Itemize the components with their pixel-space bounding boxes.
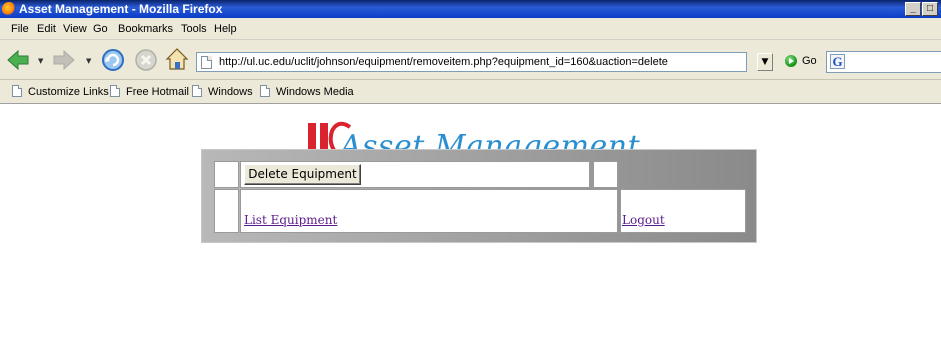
url-dropdown-icon[interactable]: ▼ bbox=[757, 53, 773, 71]
go-icon[interactable] bbox=[785, 55, 797, 67]
url-text[interactable]: http://ul.uc.edu/uclit/johnson/equipment… bbox=[219, 56, 668, 68]
navigation-toolbar: ▼ ▼ http://ul.uc.edu/uclit/johnson/equip… bbox=[0, 40, 941, 80]
firefox-icon bbox=[2, 2, 16, 16]
page-icon bbox=[201, 56, 212, 69]
table-cell bbox=[214, 161, 239, 188]
logout-link[interactable]: Logout bbox=[622, 213, 665, 227]
menu-help[interactable]: Help bbox=[214, 23, 237, 35]
home-icon[interactable] bbox=[164, 46, 190, 72]
list-equipment-link[interactable]: List Equipment bbox=[244, 213, 337, 227]
window-title-bar: Asset Management - Mozilla Firefox _ □ bbox=[0, 0, 941, 18]
reload-icon[interactable] bbox=[100, 47, 126, 73]
page-content: Asset Management Delete Equipment[ '160'… bbox=[0, 105, 941, 345]
forward-dropdown-icon[interactable]: ▼ bbox=[86, 57, 91, 65]
table-cell bbox=[593, 161, 618, 188]
bookmark-windows[interactable]: Windows bbox=[192, 85, 253, 99]
bookmark-label: Free Hotmail bbox=[126, 86, 189, 98]
bookmark-page-icon bbox=[260, 85, 270, 97]
links-toolbar: Customize Links Free Hotmail Windows Win… bbox=[0, 80, 941, 104]
back-dropdown-icon[interactable]: ▼ bbox=[38, 57, 43, 65]
bookmark-page-icon bbox=[110, 85, 120, 97]
table-cell bbox=[214, 189, 239, 233]
bookmark-page-icon bbox=[12, 85, 22, 97]
search-input[interactable]: G bbox=[826, 51, 941, 73]
stop-icon[interactable] bbox=[133, 47, 159, 73]
menu-bar: File Edit View Go Bookmarks Tools Help bbox=[0, 18, 941, 40]
back-arrow-icon[interactable] bbox=[6, 48, 30, 72]
menu-go[interactable]: Go bbox=[93, 23, 108, 35]
go-button[interactable]: Go bbox=[802, 55, 817, 67]
delete-equipment-button[interactable]: Delete Equipment bbox=[244, 164, 361, 185]
bookmark-page-icon bbox=[192, 85, 202, 97]
menu-tools[interactable]: Tools bbox=[181, 23, 207, 35]
bookmark-label: Windows bbox=[208, 86, 253, 98]
maximize-button[interactable]: □ bbox=[922, 2, 938, 16]
menu-file[interactable]: File bbox=[11, 23, 29, 35]
window-title: Asset Management - Mozilla Firefox bbox=[19, 2, 223, 16]
menu-bookmarks[interactable]: Bookmarks bbox=[118, 23, 173, 35]
menu-edit[interactable]: Edit bbox=[37, 23, 56, 35]
bookmark-label: Customize Links bbox=[28, 86, 109, 98]
bookmark-windows-media[interactable]: Windows Media bbox=[260, 85, 354, 99]
url-bar[interactable]: http://ul.uc.edu/uclit/johnson/equipment… bbox=[196, 52, 747, 72]
bookmark-free-hotmail[interactable]: Free Hotmail bbox=[110, 85, 189, 99]
forward-arrow-icon[interactable] bbox=[52, 48, 76, 72]
minimize-button[interactable]: _ bbox=[905, 2, 921, 16]
bookmark-customize-links[interactable]: Customize Links bbox=[12, 85, 109, 99]
google-search-icon[interactable]: G bbox=[830, 54, 845, 69]
bookmark-label: Windows Media bbox=[276, 86, 354, 98]
menu-view[interactable]: View bbox=[63, 23, 87, 35]
